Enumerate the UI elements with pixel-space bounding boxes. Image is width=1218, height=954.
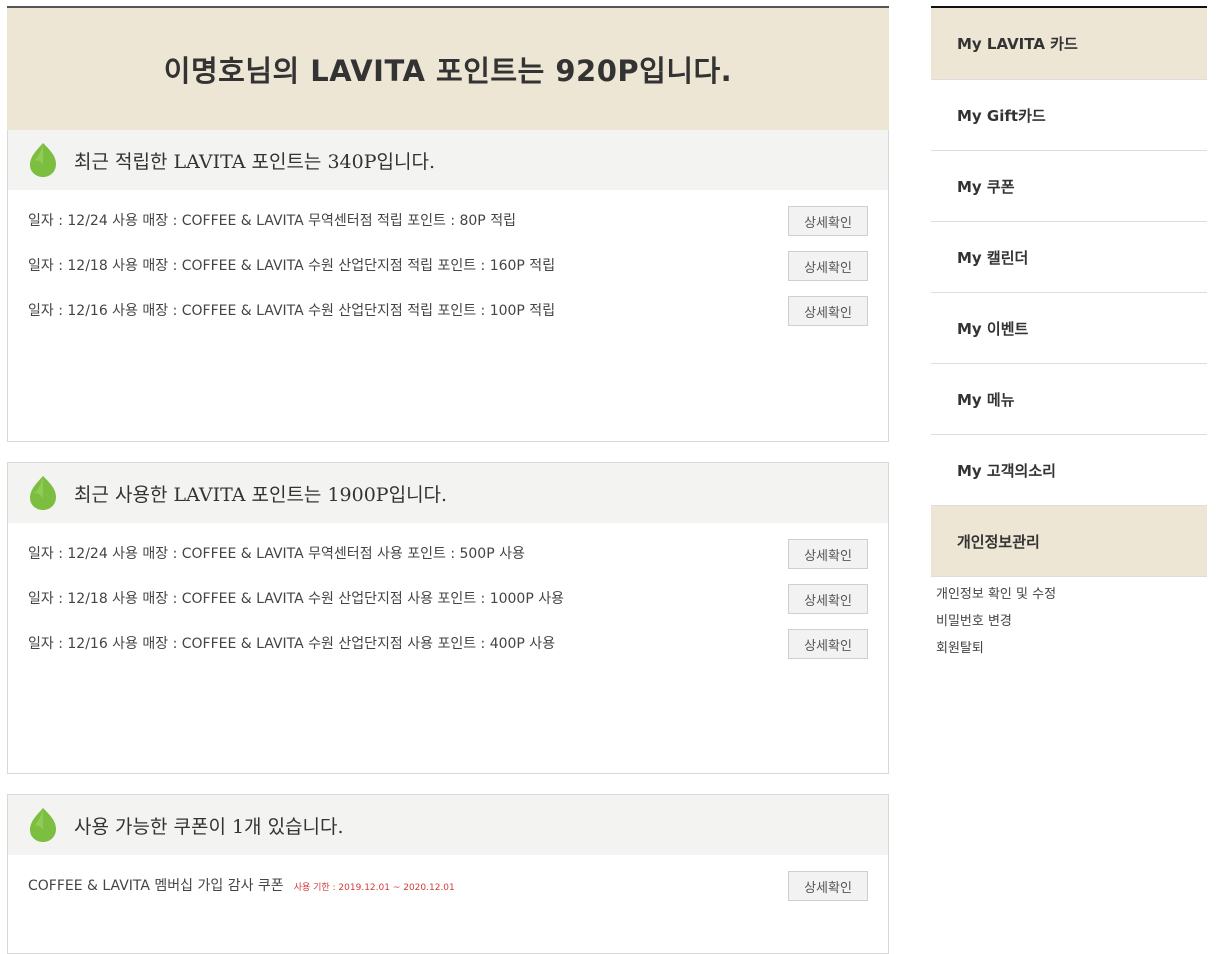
list-item-text: COFFEE & LAVITA 멤버십 가입 감사 쿠폰 사용 기한 : 2019…	[28, 871, 455, 903]
section-heading: 최근 적립한 LAVITA 포인트는 340P입니다.	[74, 150, 435, 173]
detail-button[interactable]: 상세확인	[788, 296, 868, 326]
sidebar: My LAVITA 카드 My Gift카드 My 쿠폰 My 캘린더 My 이…	[931, 6, 1207, 662]
panel-header: 최근 사용한 LAVITA 포인트는 1900P입니다.	[8, 463, 888, 523]
coupons-panel: 사용 가능한 쿠폰이 1개 있습니다. COFFEE & LAVITA 멤버십 …	[7, 794, 889, 954]
list-item: COFFEE & LAVITA 멤버십 가입 감사 쿠폰 사용 기한 : 2019…	[8, 871, 888, 916]
sidebar-item-gift-card[interactable]: My Gift카드	[931, 80, 1207, 151]
coupon-validity: 사용 기한 : 2019.12.01 ~ 2020.12.01	[293, 883, 455, 893]
privacy-submenu: 개인정보 확인 및 수정 비밀번호 변경 회원탈퇴	[931, 577, 1207, 662]
earned-list: 일자 : 12/24 사용 매장 : COFFEE & LAVITA 무역센터점…	[8, 190, 888, 341]
list-item-text: 일자 : 12/24 사용 매장 : COFFEE & LAVITA 무역센터점…	[28, 213, 516, 229]
sidebar-item-customer-voice[interactable]: My 고객의소리	[931, 435, 1207, 506]
used-list: 일자 : 12/24 사용 매장 : COFFEE & LAVITA 무역센터점…	[8, 523, 888, 674]
list-item: 일자 : 12/24 사용 매장 : COFFEE & LAVITA 무역센터점…	[8, 206, 888, 251]
points-summary-banner: 이명호님의 LAVITA 포인트는 920P입니다.	[7, 6, 889, 130]
list-item-text: 일자 : 12/24 사용 매장 : COFFEE & LAVITA 무역센터점…	[28, 546, 525, 562]
sidebar-item-coupon[interactable]: My 쿠폰	[931, 151, 1207, 222]
sidebar-item-calendar[interactable]: My 캘린더	[931, 222, 1207, 293]
sidebar-menu: My LAVITA 카드 My Gift카드 My 쿠폰 My 캘린더 My 이…	[931, 6, 1207, 577]
submenu-change-password[interactable]: 비밀번호 변경	[936, 608, 1207, 635]
main-content: 이명호님의 LAVITA 포인트는 920P입니다. 최근 적립한 LAVITA…	[7, 6, 889, 954]
section-heading: 사용 가능한 쿠폰이 1개 있습니다.	[74, 815, 344, 838]
list-item: 일자 : 12/16 사용 매장 : COFFEE & LAVITA 수원 산업…	[8, 629, 888, 674]
list-item-text: 일자 : 12/16 사용 매장 : COFFEE & LAVITA 수원 산업…	[28, 636, 556, 652]
sidebar-item-menu[interactable]: My 메뉴	[931, 364, 1207, 435]
list-item-text: 일자 : 12/18 사용 매장 : COFFEE & LAVITA 수원 산업…	[28, 258, 556, 274]
leaf-icon	[30, 476, 56, 510]
used-points-panel: 최근 사용한 LAVITA 포인트는 1900P입니다. 일자 : 12/24 …	[7, 462, 889, 774]
leaf-icon	[30, 143, 56, 177]
earned-points-panel: 최근 적립한 LAVITA 포인트는 340P입니다. 일자 : 12/24 사…	[7, 130, 889, 442]
sidebar-item-lavita-card[interactable]: My LAVITA 카드	[931, 8, 1207, 80]
section-heading: 최근 사용한 LAVITA 포인트는 1900P입니다.	[74, 483, 448, 506]
list-item: 일자 : 12/18 사용 매장 : COFFEE & LAVITA 수원 산업…	[8, 251, 888, 296]
page-title: 이명호님의 LAVITA 포인트는 920P입니다.	[163, 54, 733, 88]
panel-header: 사용 가능한 쿠폰이 1개 있습니다.	[8, 795, 888, 855]
list-item-text: 일자 : 12/16 사용 매장 : COFFEE & LAVITA 수원 산업…	[28, 303, 556, 319]
sidebar-item-privacy[interactable]: 개인정보관리	[931, 506, 1207, 577]
detail-button[interactable]: 상세확인	[788, 584, 868, 614]
list-item: 일자 : 12/24 사용 매장 : COFFEE & LAVITA 무역센터점…	[8, 539, 888, 584]
list-item: 일자 : 12/16 사용 매장 : COFFEE & LAVITA 수원 산업…	[8, 296, 888, 341]
sidebar-item-event[interactable]: My 이벤트	[931, 293, 1207, 364]
submenu-withdraw[interactable]: 회원탈퇴	[936, 635, 1207, 662]
detail-button[interactable]: 상세확인	[788, 871, 868, 901]
submenu-edit-profile[interactable]: 개인정보 확인 및 수정	[936, 581, 1207, 608]
leaf-icon	[30, 808, 56, 842]
coupon-list: COFFEE & LAVITA 멤버십 가입 감사 쿠폰 사용 기한 : 2019…	[8, 855, 888, 916]
list-item-text: 일자 : 12/18 사용 매장 : COFFEE & LAVITA 수원 산업…	[28, 591, 564, 607]
panel-header: 최근 적립한 LAVITA 포인트는 340P입니다.	[8, 130, 888, 190]
list-item: 일자 : 12/18 사용 매장 : COFFEE & LAVITA 수원 산업…	[8, 584, 888, 629]
detail-button[interactable]: 상세확인	[788, 251, 868, 281]
detail-button[interactable]: 상세확인	[788, 206, 868, 236]
detail-button[interactable]: 상세확인	[788, 539, 868, 569]
detail-button[interactable]: 상세확인	[788, 629, 868, 659]
coupon-name: COFFEE & LAVITA 멤버십 가입 감사 쿠폰	[28, 878, 284, 894]
